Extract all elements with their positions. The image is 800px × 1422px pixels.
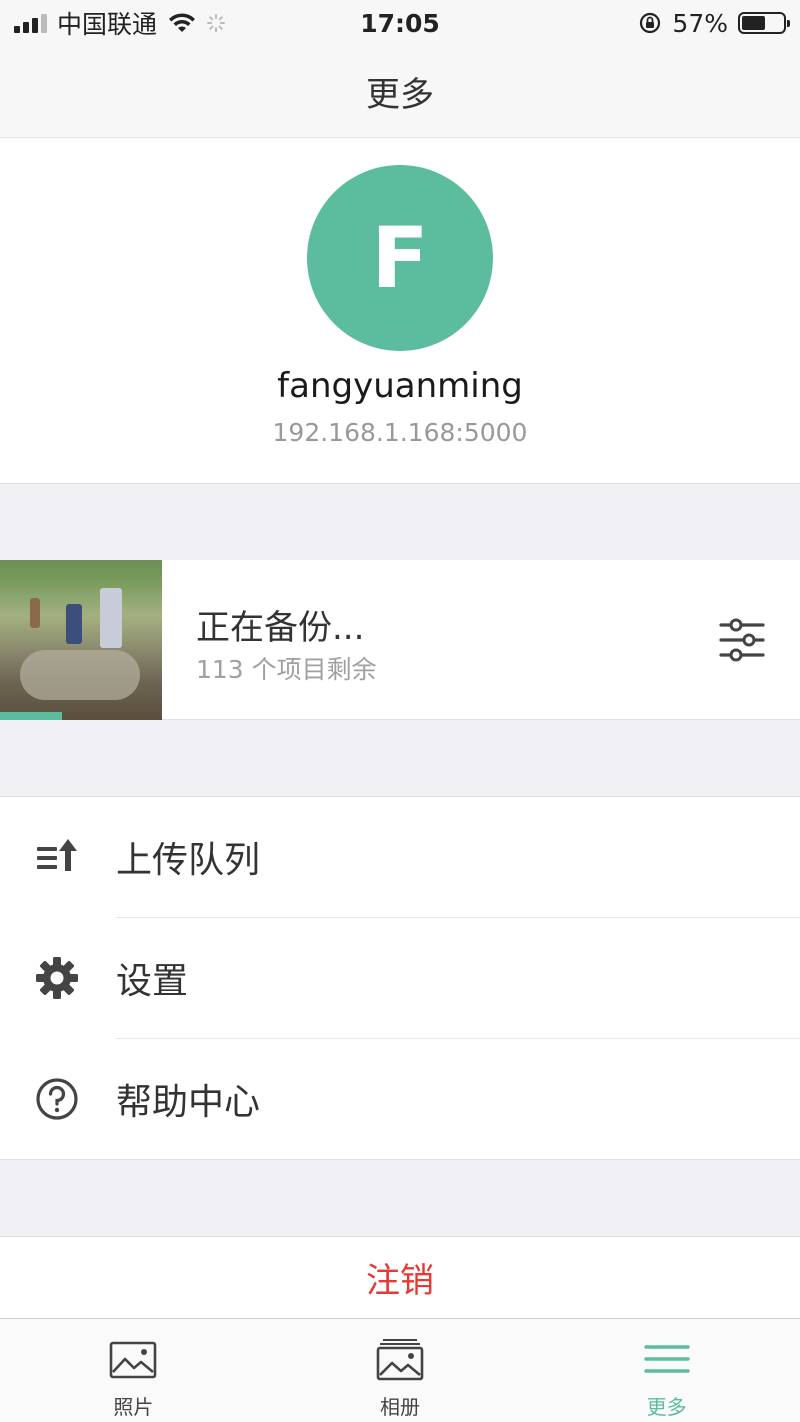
- settings-menu: 上传队列 设置 帮助中心: [0, 796, 800, 1160]
- backup-thumbnail: [0, 560, 162, 720]
- backup-remaining: 113 个项目剩余: [196, 655, 377, 684]
- tab-label: 相册: [380, 1395, 420, 1419]
- gear-icon: [34, 955, 80, 1001]
- photo-icon: [110, 1341, 157, 1379]
- carrier-label: 中国联通: [57, 10, 158, 39]
- wifi-icon: [169, 13, 196, 32]
- help-icon: [34, 1076, 80, 1122]
- logout-label: 注销: [366, 1261, 434, 1301]
- tab-more[interactable]: 更多: [533, 1319, 800, 1422]
- tab-label: 照片: [113, 1395, 154, 1419]
- upload-queue-icon: [34, 834, 80, 880]
- username: fangyuanming: [277, 366, 523, 406]
- battery-icon: [738, 12, 790, 34]
- tab-label: 更多: [646, 1395, 687, 1419]
- menu-icon: [643, 1345, 690, 1373]
- album-icon: [376, 1339, 424, 1381]
- server-address: 192.168.1.168:5000: [272, 418, 528, 447]
- backup-title: 正在备份...: [196, 608, 365, 648]
- sliders-icon: [719, 618, 765, 662]
- profile-section: F fangyuanming 192.168.1.168:5000: [0, 138, 800, 484]
- menu-item-settings[interactable]: 设置: [0, 918, 800, 1038]
- nav-bar: 更多: [0, 46, 800, 138]
- page-title: 更多: [366, 75, 434, 115]
- avatar-letter: F: [371, 209, 429, 307]
- rotation-lock-icon: [640, 12, 661, 34]
- avatar[interactable]: F: [307, 165, 493, 351]
- menu-item-label: 帮助中心: [116, 1082, 261, 1123]
- backup-settings-button[interactable]: [716, 614, 768, 666]
- tab-photos[interactable]: 照片: [0, 1319, 267, 1422]
- menu-item-label: 上传队列: [116, 840, 261, 881]
- menu-item-upload-queue[interactable]: 上传队列: [0, 797, 800, 917]
- menu-item-label: 设置: [116, 961, 189, 1002]
- menu-item-help-center[interactable]: 帮助中心: [0, 1039, 800, 1159]
- status-bar: 中国联通 17:05 57%: [0, 0, 800, 46]
- loading-spinner-icon: [207, 14, 226, 32]
- status-bar-right: 57%: [638, 8, 790, 38]
- backup-progress-fill: [0, 712, 62, 720]
- backup-progress-bar: [0, 712, 162, 720]
- backup-status-card[interactable]: 正在备份... 113 个项目剩余: [0, 560, 800, 720]
- battery-percent: 57%: [672, 8, 728, 38]
- tab-albums[interactable]: 相册: [267, 1319, 534, 1422]
- signal-icon: [14, 13, 47, 33]
- tab-bar: 照片 相册 更多: [0, 1318, 800, 1422]
- status-bar-left: 中国联通: [14, 5, 226, 41]
- logout-button[interactable]: 注销: [0, 1236, 800, 1318]
